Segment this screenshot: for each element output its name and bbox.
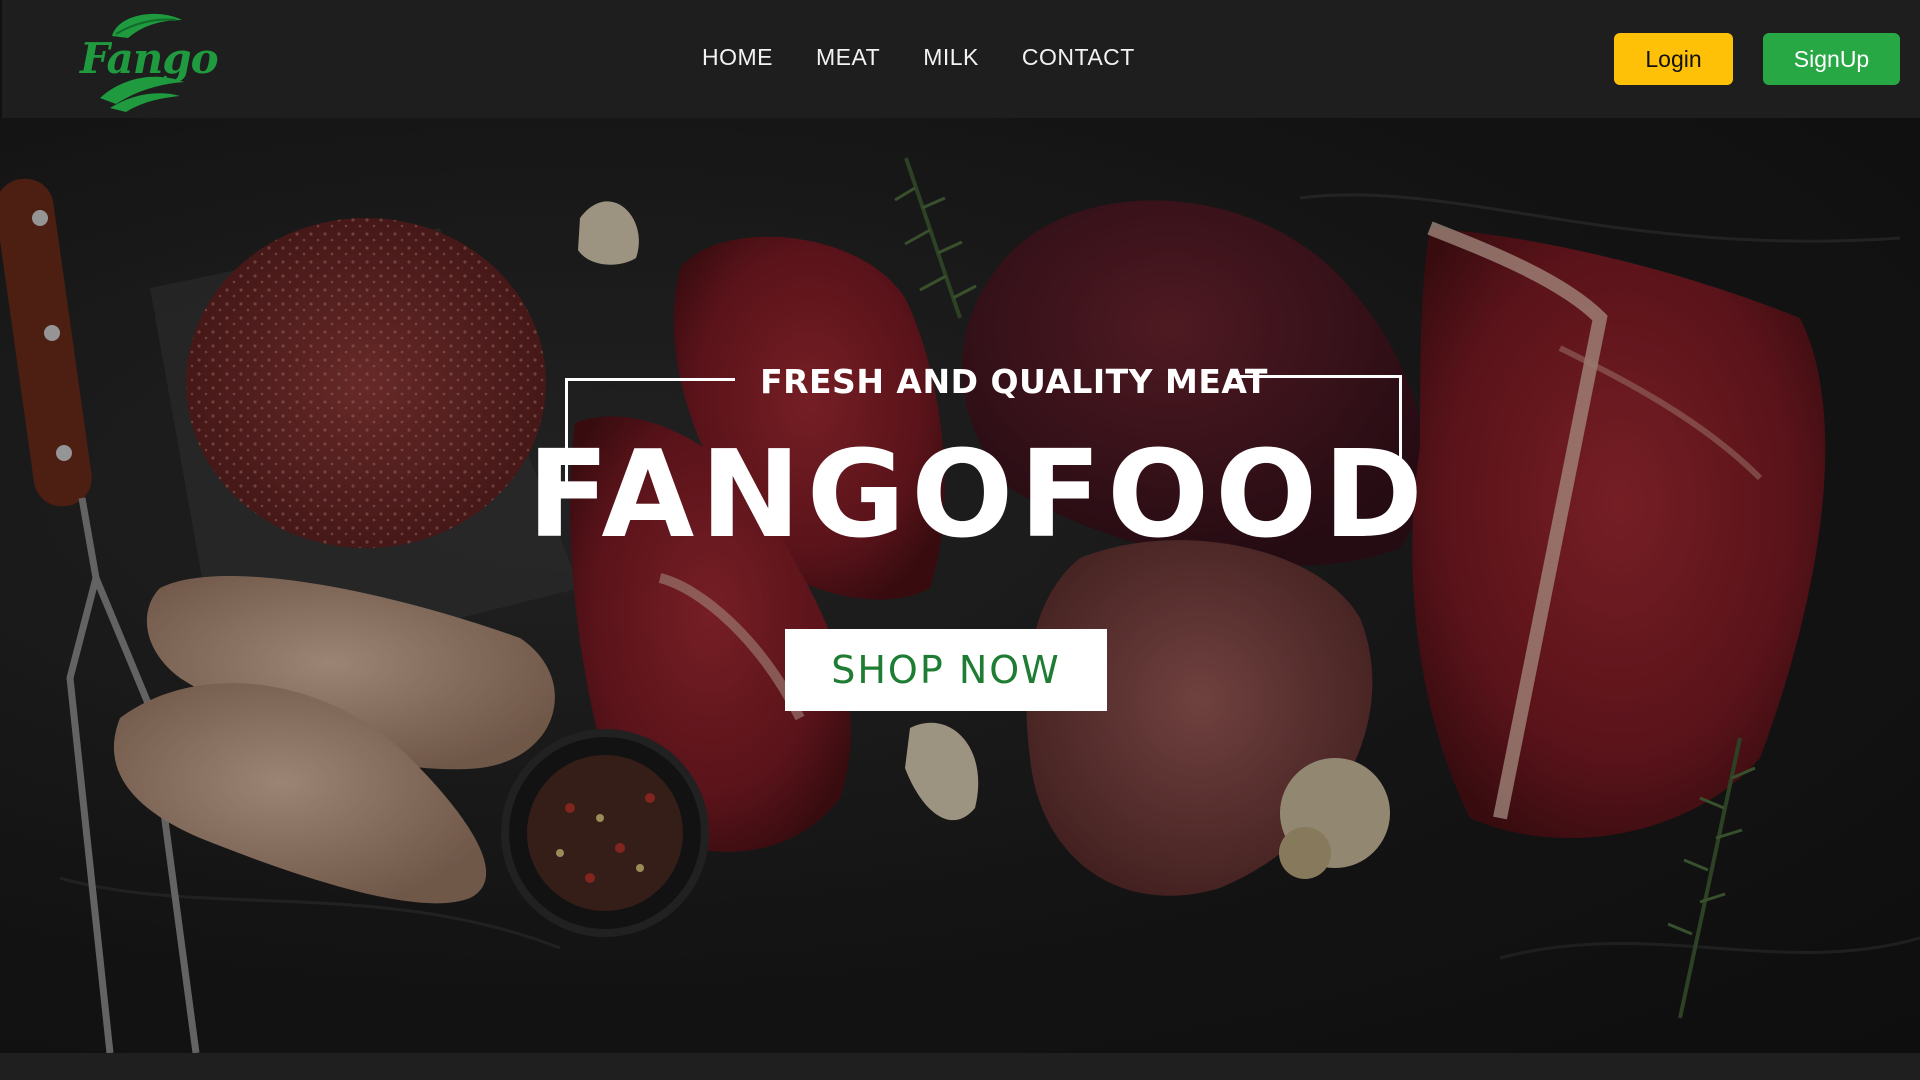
signup-button[interactable]: SignUp	[1763, 33, 1900, 85]
login-button[interactable]: Login	[1614, 33, 1733, 85]
shop-now-button[interactable]: SHOP NOW	[785, 629, 1107, 711]
nav-link-milk[interactable]: MILK	[923, 44, 979, 71]
hero-subtitle-text: FRESH AND QUALITY MEAT	[760, 362, 1268, 401]
main-nav: HOME MEAT MILK CONTACT	[702, 44, 1178, 71]
hero-subtitle: FRESH AND QUALITY MEAT	[0, 362, 1920, 401]
hero-title: FANGOFOOD	[0, 426, 1920, 565]
nav-link-contact[interactable]: CONTACT	[1022, 44, 1135, 71]
navbar: Fango HOME MEAT MILK CONTACT Login SignU…	[0, 0, 1920, 118]
brand-logo[interactable]: Fango	[76, 6, 219, 112]
nav-link-meat[interactable]: MEAT	[816, 44, 880, 71]
meat-photo-background	[0, 118, 1920, 1053]
hero-title-text: FANGOFOOD	[527, 426, 1429, 565]
hero-banner: FRESH AND QUALITY MEAT FANGOFOOD SHOP NO…	[0, 118, 1920, 1053]
bottom-strip	[0, 1053, 1920, 1080]
logo-text: Fango	[80, 34, 219, 83]
nav-link-home[interactable]: HOME	[702, 44, 773, 71]
